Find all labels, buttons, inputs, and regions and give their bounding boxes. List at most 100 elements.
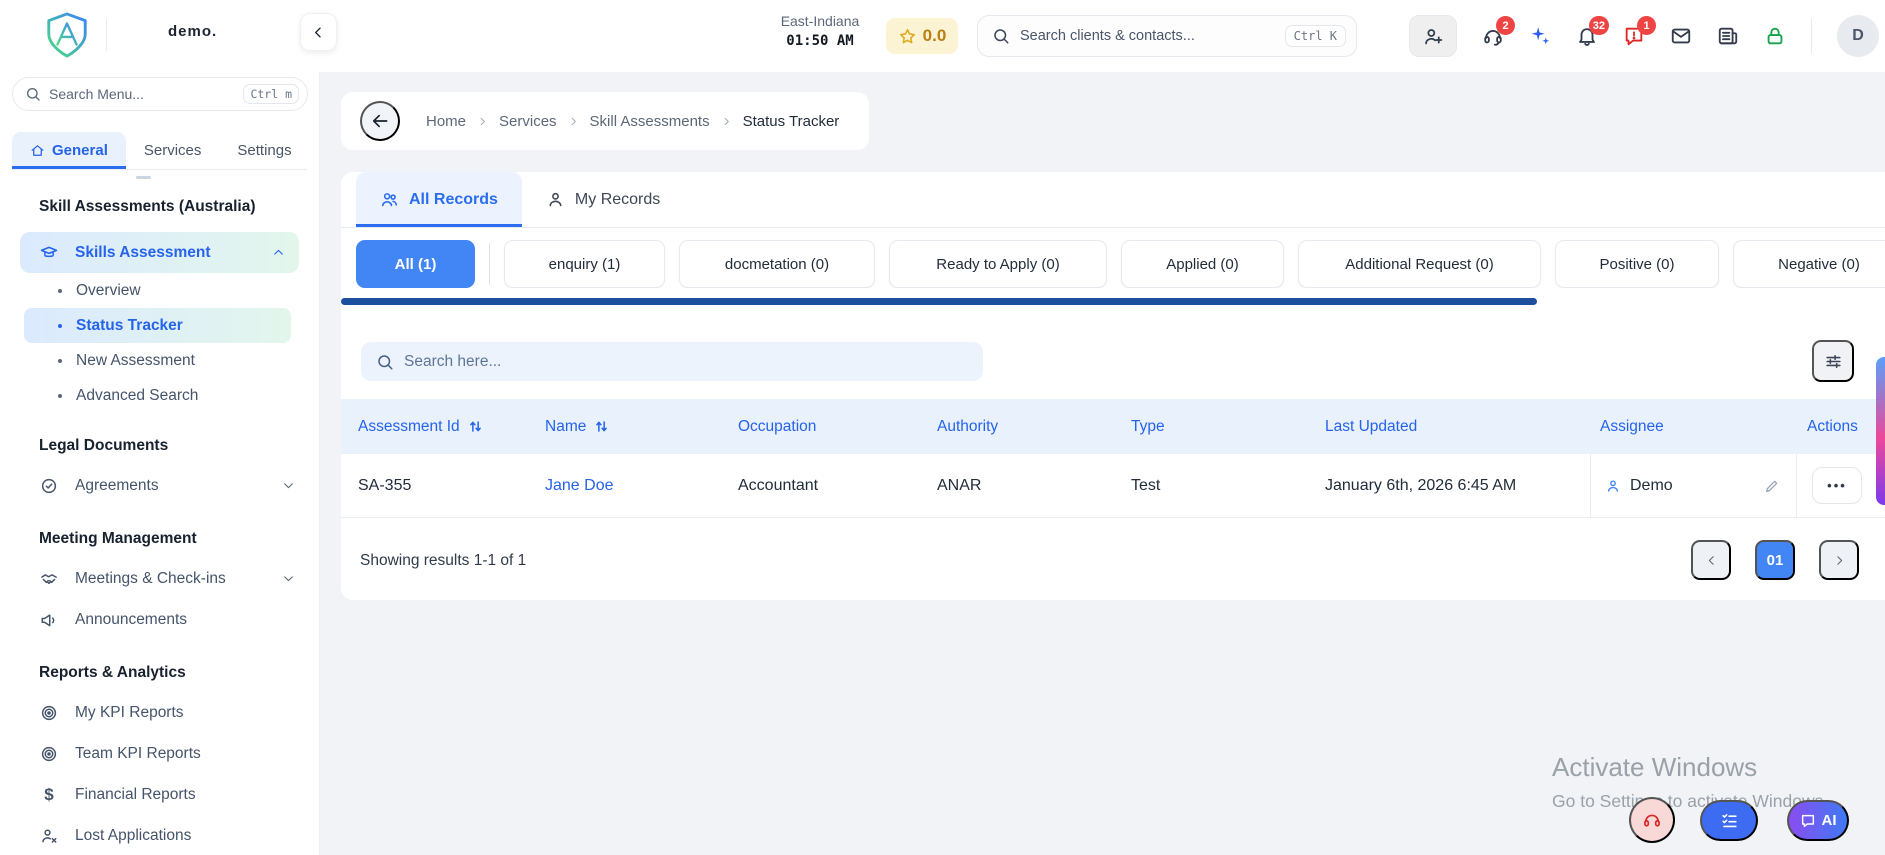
tabs-scrollbar-thumb[interactable] xyxy=(136,176,151,179)
ai-assist-button[interactable] xyxy=(1529,25,1551,47)
table-search-bar[interactable] xyxy=(361,342,983,381)
column-settings-button[interactable] xyxy=(1812,340,1854,382)
pills-scrollbar-thumb[interactable] xyxy=(341,298,1537,305)
newspaper-icon xyxy=(1717,25,1739,47)
sidebar-item-skills-assessment[interactable]: Skills Assessment xyxy=(20,232,299,273)
rating-badge[interactable]: 0.0 xyxy=(886,18,958,54)
chevron-down-icon xyxy=(282,572,295,585)
notifications-button[interactable]: 32 xyxy=(1576,16,1609,47)
top-bar: demo. East-Indiana 01:50 AM 0.0 Ctrl K 2… xyxy=(0,0,1885,72)
prev-page-button[interactable] xyxy=(1691,540,1731,580)
timezone-block: East-Indiana 01:50 AM xyxy=(770,13,870,49)
chevron-right-icon xyxy=(568,116,579,127)
filter-pill-docmetation[interactable]: docmetation (0) xyxy=(679,240,875,288)
section-heading: Skill Assessments (Australia) xyxy=(39,198,256,215)
news-button[interactable] xyxy=(1717,25,1739,47)
add-contact-button[interactable] xyxy=(1409,15,1457,57)
tab-my-records[interactable]: My Records xyxy=(522,172,684,227)
chevron-left-icon xyxy=(311,25,326,40)
mail-button[interactable] xyxy=(1670,25,1692,47)
column-header-authority: Authority xyxy=(937,418,1131,436)
tab-all-records[interactable]: All Records xyxy=(356,172,522,227)
chevron-down-icon xyxy=(282,479,295,492)
pagination: 01 xyxy=(1691,540,1859,580)
messages-badge: 1 xyxy=(1637,16,1656,35)
global-search-bar[interactable]: Ctrl K xyxy=(977,15,1357,57)
column-header-assessment-id[interactable]: Assessment Id xyxy=(358,418,545,436)
column-header-last-updated: Last Updated xyxy=(1325,418,1590,436)
ai-chat-fab[interactable]: AI xyxy=(1787,800,1849,841)
sidebar-nav: Skill Assessments (Australia) Skills Ass… xyxy=(0,184,319,855)
user-x-icon xyxy=(40,827,58,845)
bullet-icon xyxy=(58,288,62,293)
cell-assessment-id: SA-355 xyxy=(358,476,412,494)
global-search-input[interactable] xyxy=(1020,28,1285,44)
sidebar-subitem-label: Overview xyxy=(76,281,141,299)
sort-icon[interactable] xyxy=(594,419,609,434)
sidebar-subitem-advanced-search[interactable]: Advanced Search xyxy=(0,378,319,413)
sidebar-item-meetings-checkins[interactable]: Meetings & Check-ins xyxy=(0,558,319,599)
sidebar-subitem-label: Status Tracker xyxy=(76,316,183,334)
column-header-name[interactable]: Name xyxy=(545,418,738,436)
notifications-badge: 32 xyxy=(1588,16,1609,35)
app-logo[interactable] xyxy=(44,11,90,64)
messages-button[interactable]: 1 xyxy=(1623,16,1656,47)
breadcrumb-home[interactable]: Home xyxy=(426,113,466,130)
sidebar-item-team-kpi-reports[interactable]: Team KPI Reports xyxy=(0,733,319,774)
sidebar-item-announcements[interactable]: Announcements xyxy=(0,599,319,640)
sidebar-subitem-overview[interactable]: Overview xyxy=(0,273,319,308)
dollar-icon: $ xyxy=(44,785,54,804)
user-avatar[interactable]: D xyxy=(1837,15,1879,57)
edit-assignee-icon[interactable] xyxy=(1764,478,1780,494)
sidebar-item-lost-applications[interactable]: Lost Applications xyxy=(0,815,319,855)
search-icon xyxy=(992,27,1010,45)
windows-activation-watermark: Activate Windows Go to Settings to activ… xyxy=(1552,752,1823,812)
sidebar-collapse-button[interactable] xyxy=(300,13,337,51)
support-fab[interactable] xyxy=(1629,797,1675,843)
star-icon xyxy=(898,27,917,46)
filter-pill-all[interactable]: All (1) xyxy=(356,240,475,288)
filter-pill-ready-to-apply[interactable]: Ready to Apply (0) xyxy=(889,240,1107,288)
column-label: Actions xyxy=(1807,417,1858,435)
row-actions-button[interactable]: ••• xyxy=(1812,467,1862,504)
filter-pill-applied[interactable]: Applied (0) xyxy=(1121,240,1284,288)
filter-pill-negative[interactable]: Negative (0) xyxy=(1733,240,1885,288)
tab-general[interactable]: General xyxy=(12,132,126,169)
sidebar-item-financial-reports[interactable]: $ Financial Reports xyxy=(0,774,319,815)
support-badge: 2 xyxy=(1496,16,1515,35)
graduation-cap-icon xyxy=(40,244,58,262)
back-button[interactable] xyxy=(360,101,400,141)
filter-pill-positive[interactable]: Positive (0) xyxy=(1555,240,1719,288)
lock-button[interactable] xyxy=(1764,25,1786,47)
cell-authority: ANAR xyxy=(937,476,982,494)
page-number-button[interactable]: 01 xyxy=(1755,540,1795,580)
filter-pill-enquiry[interactable]: enquiry (1) xyxy=(504,240,665,288)
sidebar-item-agreements[interactable]: Agreements xyxy=(0,465,319,506)
user-icon xyxy=(546,190,565,209)
record-name-link[interactable]: Jane Doe xyxy=(545,477,614,495)
sidebar-item-label: Lost Applications xyxy=(75,826,192,844)
cell-name: Jane Doe xyxy=(545,477,738,495)
breadcrumb-skill-assessments[interactable]: Skill Assessments xyxy=(590,113,710,130)
sidebar-subitem-status-tracker[interactable]: Status Tracker xyxy=(24,308,291,343)
pill-divider xyxy=(489,243,490,285)
tasks-fab[interactable] xyxy=(1700,800,1758,841)
table-header-row: Assessment Id Name Occupation Authority … xyxy=(341,399,1885,454)
tab-settings[interactable]: Settings xyxy=(219,132,309,169)
sort-icon[interactable] xyxy=(468,419,483,434)
support-button[interactable]: 2 xyxy=(1482,16,1515,47)
ai-label: AI xyxy=(1821,812,1837,829)
tab-services[interactable]: Services xyxy=(126,132,220,169)
sidebar-item-my-kpi-reports[interactable]: My KPI Reports xyxy=(0,692,319,733)
menu-search-input[interactable] xyxy=(49,86,244,102)
tab-label: Services xyxy=(143,142,202,159)
breadcrumb-services[interactable]: Services xyxy=(499,113,557,130)
filter-pill-additional-request[interactable]: Additional Request (0) xyxy=(1298,240,1541,288)
menu-search-bar[interactable]: Ctrl m xyxy=(12,77,308,111)
quick-actions-edge-tab[interactable] xyxy=(1876,357,1885,505)
next-page-button[interactable] xyxy=(1819,540,1859,580)
table-search-input[interactable] xyxy=(404,352,983,371)
column-header-occupation: Occupation xyxy=(738,418,937,436)
chat-bubble-icon xyxy=(1800,813,1816,829)
sidebar-subitem-new-assessment[interactable]: New Assessment xyxy=(0,343,319,378)
